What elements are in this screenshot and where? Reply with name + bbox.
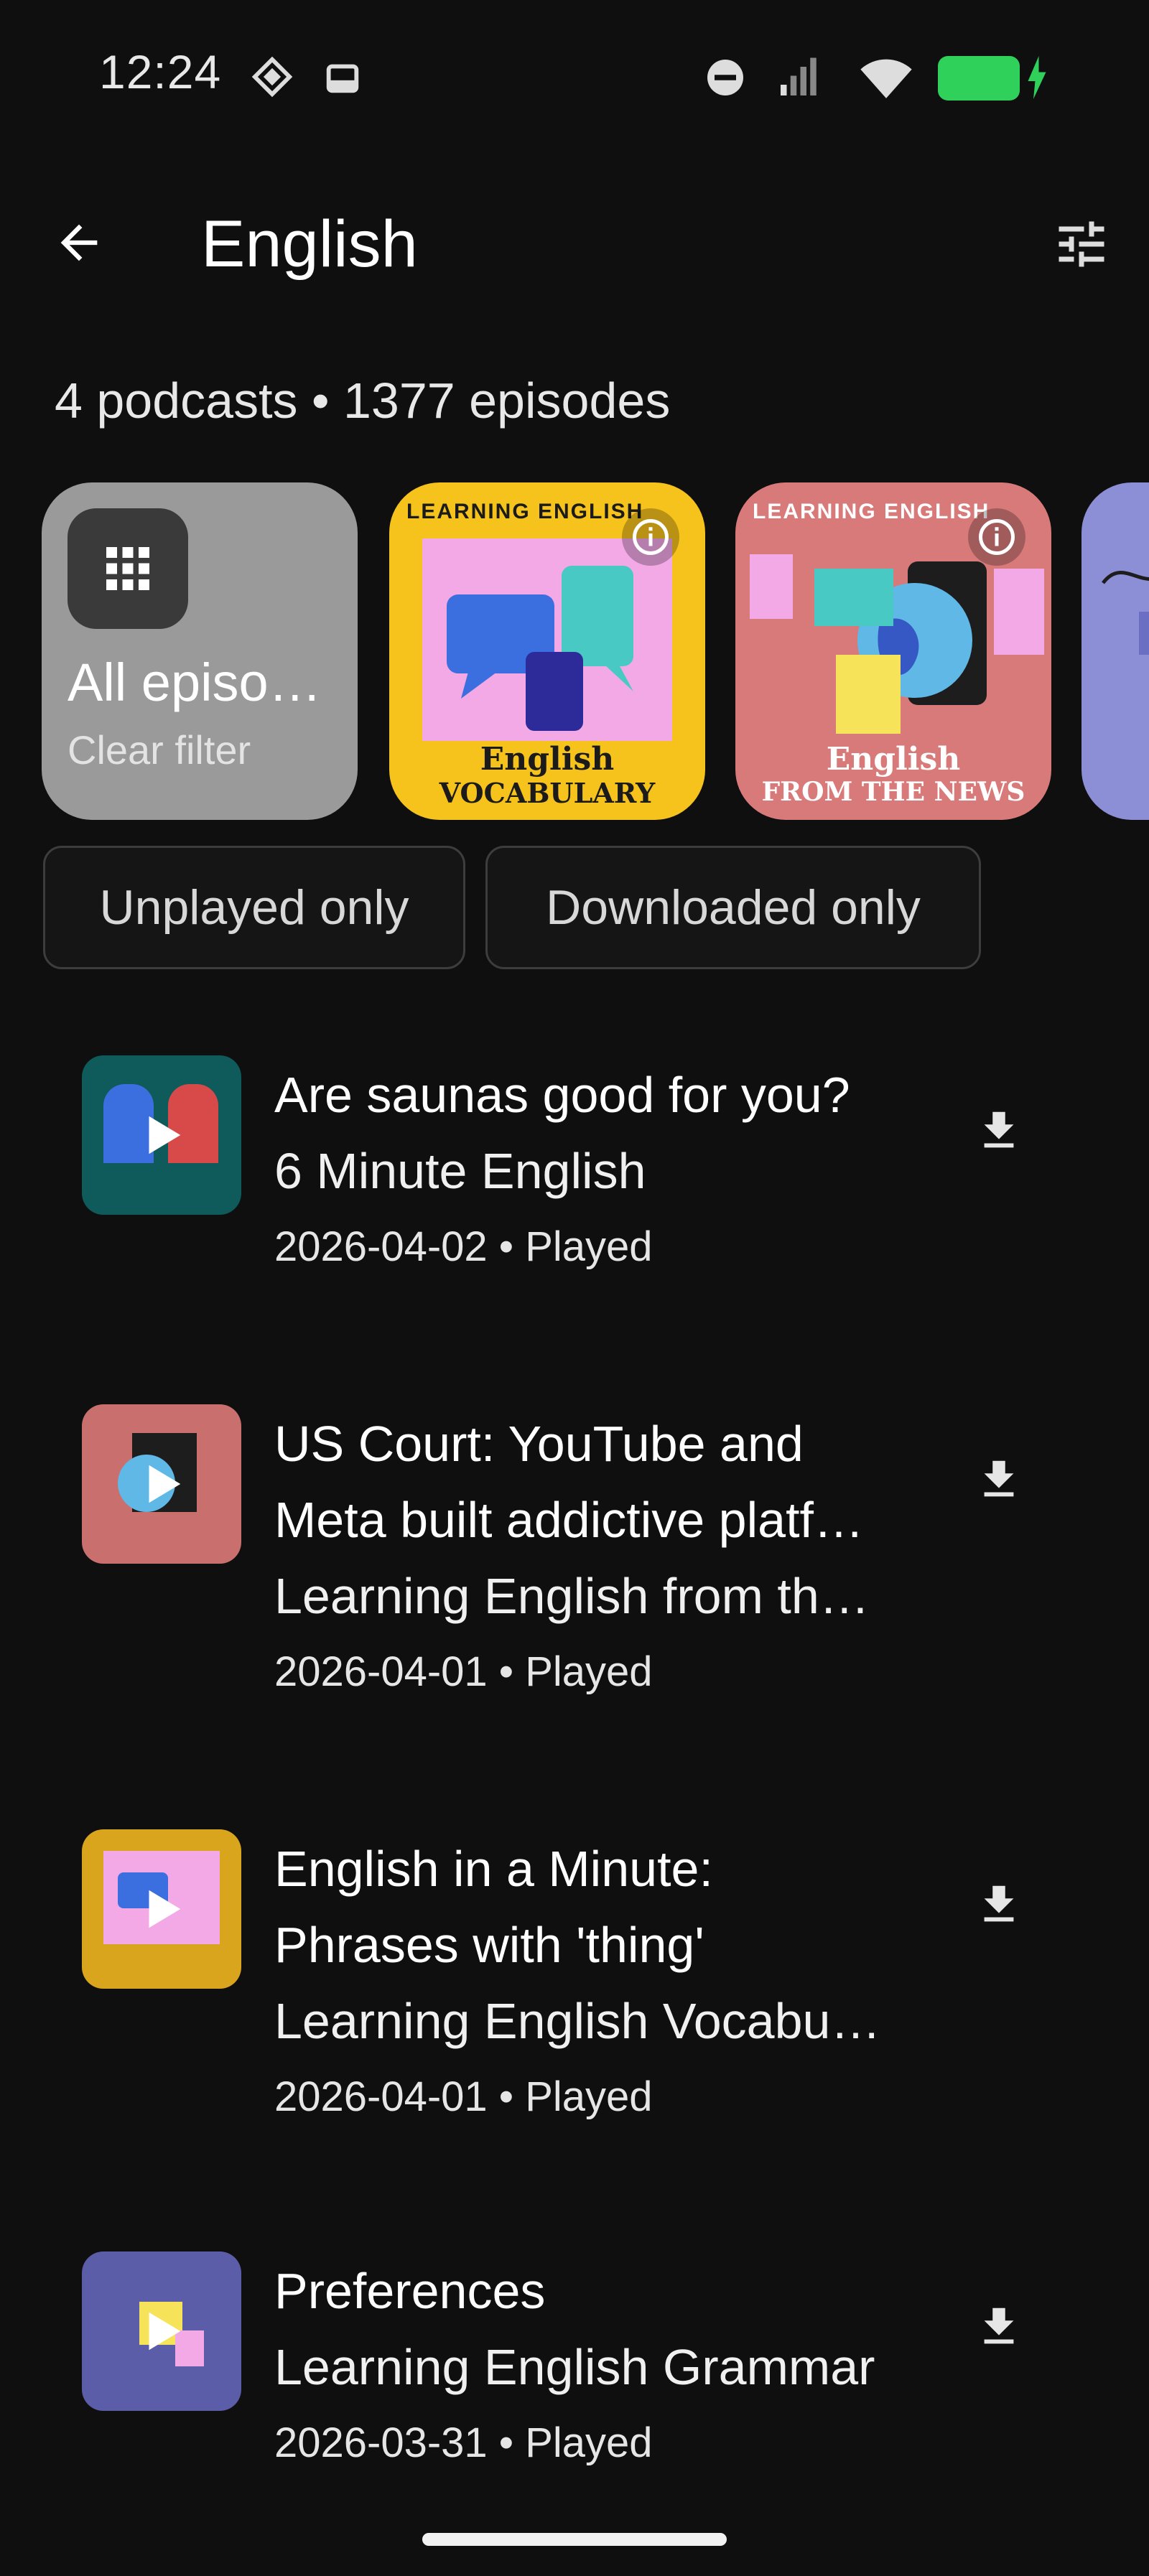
episode-podcast: Learning English Grammar <box>274 2339 875 2395</box>
filter-settings-button[interactable] <box>1046 208 1117 280</box>
download-button[interactable] <box>967 1872 1031 1937</box>
podcast-title-line2: VOCABULARY <box>439 777 656 809</box>
info-icon <box>633 519 669 555</box>
apps-grid-icon <box>106 547 149 590</box>
episode-meta: 2026-04-01 • Played <box>274 2073 653 2120</box>
podcast-card-news[interactable]: LEARNING ENGLISH English FROM THE NEWS <box>735 482 1051 820</box>
episode-text: English in a Minute: Phrases with 'thing… <box>274 1831 906 2135</box>
episode-thumbnail[interactable] <box>82 1829 241 1989</box>
download-icon <box>984 1111 1014 1148</box>
download-button[interactable] <box>967 1447 1031 1512</box>
episode-text: US Court: YouTube and Meta built addicti… <box>274 1406 906 1710</box>
podcast-title-line2: FROM THE NEWS <box>761 777 1025 807</box>
podcast-info-button[interactable] <box>622 508 679 566</box>
all-episodes-label: All episo… <box>68 653 322 712</box>
podcast-info-button[interactable] <box>968 508 1025 566</box>
download-button[interactable] <box>967 1098 1031 1163</box>
brand-text: LEARNING ENGLISH <box>753 500 990 523</box>
podcast-title-line1: English <box>480 741 615 778</box>
episode-thumbnail[interactable] <box>82 2251 241 2411</box>
episode-podcast: Learning English Vocabu… <box>274 1993 881 2049</box>
podcast-summary: 4 podcasts • 1377 episodes <box>55 373 671 429</box>
episode-title: English in a Minute: Phrases with 'thing… <box>274 1841 713 1973</box>
podcast-title-line1: English <box>826 741 961 778</box>
app-bar: English <box>0 179 1149 302</box>
episode-meta: 2026-04-01 • Played <box>274 1648 653 1695</box>
cellular-signal-icon <box>781 57 817 95</box>
storage-icon <box>326 64 359 93</box>
play-icon <box>149 1890 181 1928</box>
status-time: 12:24 <box>99 45 222 98</box>
wifi-icon <box>860 59 912 98</box>
download-button[interactable] <box>967 2295 1031 2359</box>
cover-art-block <box>750 554 793 619</box>
status-bar: 12:24 <box>0 0 1149 158</box>
episode-podcast: Learning English from th… <box>274 1568 870 1624</box>
play-icon <box>149 1116 181 1154</box>
charging-icon <box>1028 56 1046 99</box>
episode-title: Preferences <box>274 2263 546 2319</box>
downloaded-only-chip[interactable]: Downloaded only <box>485 846 981 969</box>
episode-meta: 2026-03-31 • Played <box>274 2419 653 2466</box>
tune-icon <box>1059 221 1104 267</box>
podcast-card-vocabulary[interactable]: LEARNING ENGLISH English VOCABULARY <box>389 482 705 820</box>
arrow-back-icon <box>60 224 98 261</box>
episode-title: US Court: YouTube and Meta built addicti… <box>274 1416 864 1548</box>
episode-text: Preferences Learning English Grammar 202… <box>274 2253 906 2481</box>
podcast-card-grammar[interactable] <box>1081 482 1149 820</box>
episode-title: Are saunas good for you? <box>274 1067 850 1123</box>
back-button[interactable] <box>45 208 113 277</box>
page-title: English <box>201 207 418 281</box>
episode-podcast: 6 Minute English <box>274 1143 646 1199</box>
download-icon <box>984 1885 1014 1922</box>
unplayed-only-chip[interactable]: Unplayed only <box>43 846 465 969</box>
download-icon <box>984 1460 1014 1497</box>
play-icon <box>149 2312 181 2351</box>
play-icon <box>149 1465 181 1503</box>
grid-icon-button <box>68 508 188 629</box>
episode-meta: 2026-04-02 • Played <box>274 1223 653 1270</box>
download-icon <box>984 2307 1014 2344</box>
speech-bubbles-icon <box>447 566 633 731</box>
home-indicator[interactable] <box>422 2533 727 2546</box>
do-not-disturb-icon <box>707 60 743 95</box>
clear-filter-label: Clear filter <box>68 727 251 773</box>
nfc-icon <box>251 56 293 98</box>
episode-thumbnail[interactable] <box>82 1404 241 1564</box>
podcast-filter-row: All episo… Clear filter LEARNING ENGLISH… <box>42 482 1149 820</box>
cover-art-lines <box>1102 571 1149 655</box>
episode-thumbnail[interactable] <box>82 1055 241 1215</box>
info-icon <box>979 519 1015 555</box>
globe-devices-icon <box>814 561 987 734</box>
brand-text: LEARNING ENGLISH <box>406 500 644 523</box>
all-episodes-card[interactable]: All episo… Clear filter <box>42 482 358 820</box>
episode-text: Are saunas good for you? 6 Minute Englis… <box>274 1057 906 1285</box>
battery-icon <box>938 56 1020 101</box>
